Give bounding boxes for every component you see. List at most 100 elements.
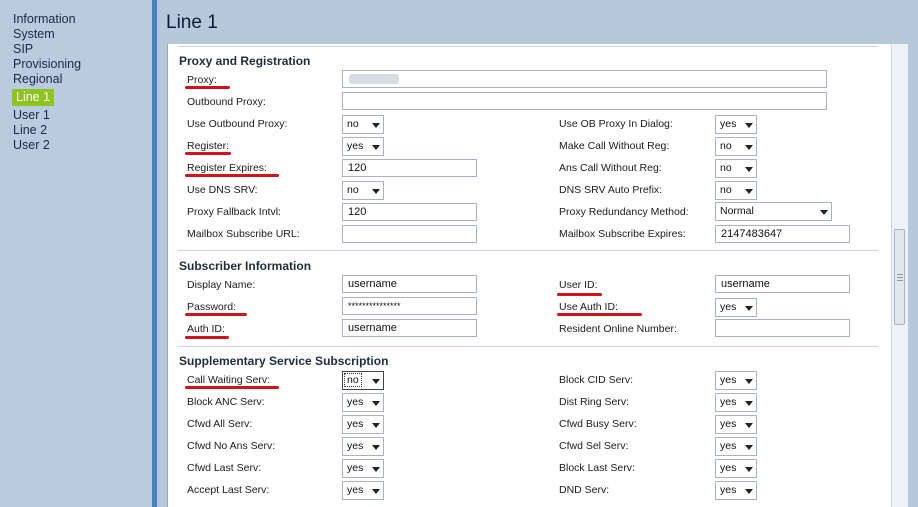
- annotation-underline: [557, 313, 642, 316]
- chevron-down-icon: [745, 423, 753, 428]
- proxy-redundancy-select[interactable]: Normal: [715, 202, 832, 221]
- accept-last-label: Accept Last Serv:: [187, 484, 270, 496]
- outbound-proxy-input[interactable]: [342, 92, 827, 110]
- mailbox-expires-input[interactable]: 2147483647: [715, 225, 850, 243]
- block-last-select[interactable]: yes: [715, 459, 757, 478]
- block-anc-select[interactable]: yes: [342, 393, 384, 412]
- annotation-underline: [185, 86, 230, 89]
- chevron-down-icon: [745, 445, 753, 450]
- password-input[interactable]: ***************: [342, 297, 477, 315]
- register-select[interactable]: yes: [342, 137, 384, 156]
- cfwd-busy-select[interactable]: yes: [715, 415, 757, 434]
- section-title-proxy-registration: Proxy and Registration: [179, 54, 311, 68]
- auth-id-label: Auth ID:: [187, 323, 225, 335]
- ans-call-without-reg-label: Ans Call Without Reg:: [559, 162, 662, 174]
- sidebar-item-line-2[interactable]: Line 2: [13, 123, 47, 138]
- use-dns-srv-select[interactable]: no: [342, 181, 384, 200]
- cfwd-all-label: Cfwd All Serv:: [187, 418, 253, 430]
- sidebar-nav: Information System SIP Provisioning Regi…: [0, 0, 152, 507]
- main-content: Line 1 Proxy and Registration Proxy: Out…: [157, 0, 918, 507]
- dns-srv-auto-prefix-label: DNS SRV Auto Prefix:: [559, 184, 663, 196]
- dns-srv-auto-prefix-select[interactable]: no: [715, 181, 757, 200]
- cfwd-last-label: Cfwd Last Serv:: [187, 462, 262, 474]
- cfwd-all-select[interactable]: yes: [342, 415, 384, 434]
- chevron-down-icon: [745, 189, 753, 194]
- chevron-down-icon: [372, 401, 380, 406]
- sidebar-item-provisioning[interactable]: Provisioning: [13, 57, 81, 72]
- ans-call-without-reg-select[interactable]: no: [715, 159, 757, 178]
- cfwd-last-select[interactable]: yes: [342, 459, 384, 478]
- dist-ring-select[interactable]: yes: [715, 393, 757, 412]
- chevron-down-icon: [745, 123, 753, 128]
- block-last-label: Block Last Serv:: [559, 462, 635, 474]
- redacted-value: [349, 74, 399, 84]
- sidebar-item-user-1[interactable]: User 1: [13, 108, 50, 123]
- call-waiting-select[interactable]: no: [342, 371, 384, 390]
- user-id-label: User ID:: [559, 279, 598, 291]
- chevron-down-icon: [372, 423, 380, 428]
- mailbox-expires-label: Mailbox Subscribe Expires:: [559, 228, 686, 240]
- resident-online-input[interactable]: [715, 319, 850, 337]
- proxy-fallback-label: Proxy Fallback Intvl:: [187, 206, 281, 218]
- auth-id-input[interactable]: username: [342, 319, 477, 337]
- sidebar-item-line-1[interactable]: Line 1: [12, 89, 55, 106]
- scrollbar-thumb[interactable]: [894, 229, 905, 325]
- chevron-down-icon: [372, 379, 380, 384]
- sidebar-item-regional[interactable]: Regional: [13, 72, 62, 87]
- dist-ring-label: Dist Ring Serv:: [559, 396, 630, 408]
- chevron-down-icon: [745, 467, 753, 472]
- block-anc-label: Block ANC Serv:: [187, 396, 265, 408]
- use-outbound-proxy-select[interactable]: no: [342, 115, 384, 134]
- cfwd-busy-label: Cfwd Busy Serv:: [559, 418, 637, 430]
- chevron-down-icon: [372, 489, 380, 494]
- accept-last-select[interactable]: yes: [342, 481, 384, 500]
- chevron-down-icon: [372, 123, 380, 128]
- section-divider: [178, 346, 878, 347]
- chevron-down-icon: [745, 167, 753, 172]
- make-call-without-reg-label: Make Call Without Reg:: [559, 140, 670, 152]
- make-call-without-reg-select[interactable]: no: [715, 137, 757, 156]
- annotation-underline: [185, 313, 247, 316]
- grip-line: [897, 280, 903, 281]
- block-cid-label: Block CID Serv:: [559, 374, 634, 386]
- sidebar-item-information[interactable]: Information: [13, 12, 76, 27]
- chevron-down-icon: [745, 145, 753, 150]
- mailbox-url-input[interactable]: [342, 225, 477, 243]
- sidebar-item-system[interactable]: System: [13, 27, 55, 42]
- annotation-underline: [185, 152, 231, 155]
- chevron-down-icon: [745, 401, 753, 406]
- page-title: Line 1: [166, 12, 218, 33]
- chevron-down-icon: [745, 489, 753, 494]
- dnd-select[interactable]: yes: [715, 481, 757, 500]
- use-outbound-proxy-label: Use Outbound Proxy:: [187, 118, 288, 130]
- annotation-underline: [185, 336, 229, 339]
- use-auth-id-select[interactable]: yes: [715, 298, 757, 317]
- section-title-supplementary-service: Supplementary Service Subscription: [179, 354, 389, 368]
- cfwd-sel-label: Cfwd Sel Serv:: [559, 440, 629, 452]
- section-divider: [178, 46, 878, 47]
- chevron-down-icon: [372, 467, 380, 472]
- chevron-down-icon: [372, 189, 380, 194]
- outbound-proxy-label: Outbound Proxy:: [187, 96, 266, 108]
- annotation-underline: [185, 174, 279, 177]
- chevron-down-icon: [745, 306, 753, 311]
- use-ob-proxy-dialog-label: Use OB Proxy In Dialog:: [559, 118, 673, 130]
- sidebar-item-sip[interactable]: SIP: [13, 42, 33, 57]
- cfwd-no-ans-select[interactable]: yes: [342, 437, 384, 456]
- display-name-label: Display Name:: [187, 279, 256, 291]
- sidebar-item-user-2[interactable]: User 2: [13, 138, 50, 153]
- cfwd-no-ans-label: Cfwd No Ans Serv:: [187, 440, 276, 452]
- use-dns-srv-label: Use DNS SRV:: [187, 184, 258, 196]
- proxy-input[interactable]: [342, 70, 827, 88]
- settings-panel: Proxy and Registration Proxy: Outbound P…: [167, 44, 908, 507]
- block-cid-select[interactable]: yes: [715, 371, 757, 390]
- chevron-down-icon: [372, 145, 380, 150]
- proxy-redundancy-label: Proxy Redundancy Method:: [559, 206, 689, 218]
- user-id-input[interactable]: username: [715, 275, 850, 293]
- display-name-input[interactable]: username: [342, 275, 477, 293]
- vertical-scrollbar[interactable]: [891, 44, 908, 507]
- use-ob-proxy-dialog-select[interactable]: yes: [715, 115, 757, 134]
- register-expires-input[interactable]: 120: [342, 159, 477, 177]
- proxy-fallback-input[interactable]: 120: [342, 203, 477, 221]
- cfwd-sel-select[interactable]: yes: [715, 437, 757, 456]
